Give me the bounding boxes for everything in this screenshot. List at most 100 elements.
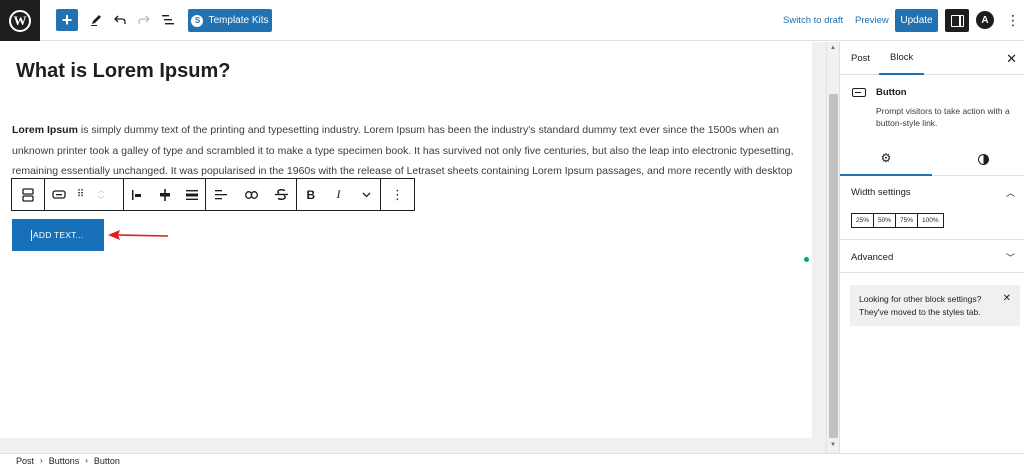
justify-center-button[interactable] <box>151 179 178 210</box>
tab-styles[interactable] <box>937 142 1024 176</box>
template-kits-icon: S <box>191 14 204 27</box>
sidebar-tabs: Post Block ✕ <box>840 42 1024 75</box>
link-icon <box>244 190 258 199</box>
width-25-button[interactable]: 25% <box>852 214 875 227</box>
format-group: B I <box>297 179 381 210</box>
button-block-icon <box>852 88 866 97</box>
styles-icon <box>977 153 989 165</box>
width-50-button[interactable]: 50% <box>874 214 897 227</box>
switch-to-draft-link[interactable]: Switch to draft <box>783 15 843 26</box>
chevron-up-icon: ︿ <box>97 186 105 194</box>
paragraph-bold-text: Lorem Ipsum <box>12 124 78 136</box>
block-options-button[interactable]: ⋮ <box>381 179 414 210</box>
select-parent-button[interactable] <box>12 179 44 210</box>
undo-icon <box>114 15 126 24</box>
width-75-button[interactable]: 75% <box>896 214 919 227</box>
width-settings-header[interactable]: Width settings ︿ <box>840 183 1024 201</box>
preview-link[interactable]: Preview <box>855 15 889 26</box>
width-options: 25% 50% 75% 100% <box>851 213 944 228</box>
link-button[interactable] <box>236 179 266 210</box>
breadcrumb-button: Button <box>93 455 120 466</box>
align-left-icon <box>215 189 227 199</box>
drag-handle[interactable]: ⠿ <box>73 179 87 210</box>
settings-sidebar: Post Block ✕ Button Prompt visitors to t… <box>839 42 1024 453</box>
template-kits-button[interactable]: S Template Kits <box>188 9 272 32</box>
add-text-label: ADD TEXT... <box>33 230 84 240</box>
editor-top-bar: W + S Template Kits Switch to draft Prev… <box>0 0 1024 41</box>
drag-icon: ⠿ <box>76 189 84 200</box>
chevron-down-icon: ﹀ <box>97 196 105 204</box>
redo-button[interactable] <box>136 9 152 31</box>
tab-post[interactable]: Post <box>840 42 881 75</box>
add-block-button[interactable]: + <box>56 9 78 31</box>
settings-toggle-button[interactable] <box>945 9 969 32</box>
text-align-button[interactable] <box>206 179 236 210</box>
width-settings-title: Width settings <box>851 186 911 198</box>
chevron-right-icon: › <box>40 456 43 465</box>
status-dot <box>804 257 809 262</box>
button-block-type[interactable] <box>45 179 73 210</box>
chevron-down-icon: ﹀ <box>1005 252 1015 263</box>
options-group: ⋮ <box>381 179 414 210</box>
wordpress-icon: W <box>9 9 31 32</box>
divider <box>840 272 1024 273</box>
canvas-scrollbar[interactable]: ▲ ▼ <box>826 42 839 453</box>
sidebar-icon <box>950 14 964 27</box>
wordpress-logo[interactable]: W <box>0 0 40 41</box>
alignment-group <box>124 179 206 210</box>
button-block-icon <box>52 190 66 199</box>
list-view-icon <box>162 15 174 25</box>
redo-icon <box>138 15 150 24</box>
justify-center-icon <box>159 188 170 201</box>
red-arrow-icon <box>108 230 169 240</box>
strikethrough-icon <box>274 189 288 200</box>
strikethrough-button[interactable] <box>266 179 296 210</box>
bold-button[interactable]: B <box>297 179 325 210</box>
justify-full-button[interactable] <box>178 179 205 210</box>
advanced-header[interactable]: Advanced ﹀ <box>840 248 1024 266</box>
tools-button[interactable] <box>88 9 104 31</box>
more-format-button[interactable] <box>352 179 380 210</box>
breadcrumb: Post › Buttons › Button <box>0 453 1024 467</box>
post-heading[interactable]: What is Lorem Ipsum? <box>16 60 230 83</box>
chevron-right-icon: › <box>85 456 88 465</box>
add-text-button[interactable]: ADD TEXT... <box>12 219 104 251</box>
width-100-button[interactable]: 100% <box>918 214 943 227</box>
block-toolbar: ⠿ ︿ ﹀ B I ⋮ <box>11 178 415 211</box>
buttons-block-icon <box>22 187 34 202</box>
undo-button[interactable] <box>112 9 128 31</box>
move-up-down-buttons[interactable]: ︿ ﹀ <box>87 179 115 210</box>
justify-left-button[interactable] <box>124 179 151 210</box>
italic-button[interactable]: I <box>325 179 353 210</box>
scroll-down-icon[interactable]: ▼ <box>830 442 836 448</box>
block-type-group: ⠿ ︿ ﹀ <box>45 179 124 210</box>
justify-full-icon <box>185 189 198 200</box>
astra-icon[interactable]: A <box>976 11 994 29</box>
block-description: Prompt visitors to take action with a bu… <box>876 106 1010 128</box>
pencil-icon <box>91 15 101 26</box>
scroll-up-icon[interactable]: ▲ <box>830 45 836 51</box>
gear-icon: ⚙ <box>880 151 892 165</box>
scrollbar-thumb[interactable] <box>829 94 838 438</box>
update-button[interactable]: Update <box>895 9 938 32</box>
close-icon[interactable]: ✕ <box>1003 292 1011 305</box>
kebab-icon: ⋮ <box>391 186 404 202</box>
notice-text: Looking for other block settings? They'v… <box>859 294 982 317</box>
options-menu-icon[interactable]: ⋮ <box>1006 11 1020 29</box>
inspector-tabs: ⚙ <box>840 142 1024 176</box>
tab-settings[interactable]: ⚙ <box>840 142 932 176</box>
close-icon[interactable]: ✕ <box>1006 51 1017 67</box>
breadcrumb-buttons[interactable]: Buttons <box>49 456 80 466</box>
block-parent-group <box>12 179 45 210</box>
tab-block[interactable]: Block <box>879 42 925 75</box>
styles-notice: Looking for other block settings? They'v… <box>850 285 1020 326</box>
breadcrumb-post[interactable]: Post <box>16 456 34 466</box>
chevron-up-icon: ︿ <box>1005 187 1015 198</box>
plus-icon: + <box>61 9 73 30</box>
block-title: Button <box>876 87 907 98</box>
document-overview-button[interactable] <box>160 9 176 31</box>
text-tools-group <box>206 179 297 210</box>
text-cursor <box>31 229 32 241</box>
justify-left-icon <box>131 189 141 200</box>
template-kits-label: Template Kits <box>208 15 269 26</box>
